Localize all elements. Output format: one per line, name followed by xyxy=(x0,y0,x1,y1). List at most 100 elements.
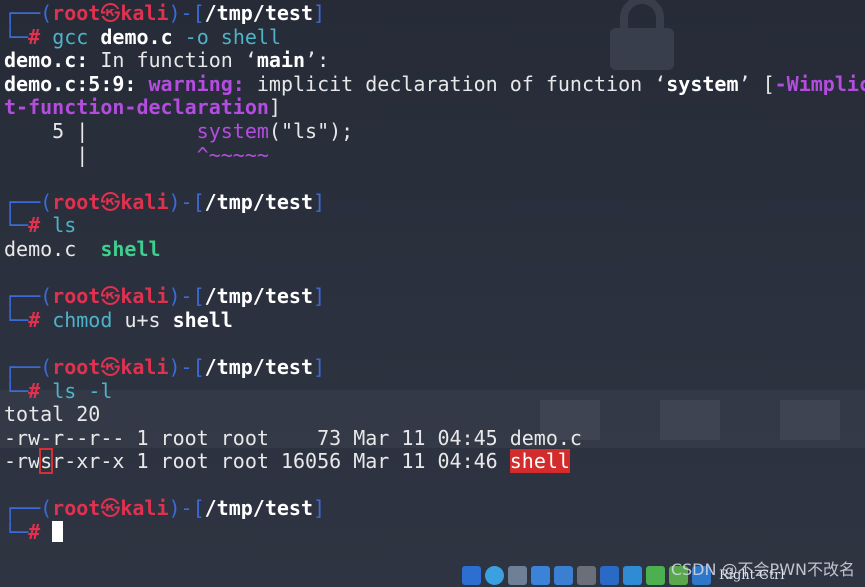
command-arg: shell xyxy=(220,24,282,49)
prompt-line: ┌──(root㉿kali)-[/tmp/test] xyxy=(4,284,865,309)
prompt-host: kali xyxy=(120,189,169,214)
prompt-path: /tmp/test xyxy=(204,354,314,379)
prompt-user: root xyxy=(52,496,101,521)
network-icon[interactable] xyxy=(531,565,550,585)
command-line: └─# chmod u+s shell xyxy=(4,307,865,333)
prompt-hash: # xyxy=(28,24,41,49)
optical-drive-icon[interactable] xyxy=(485,565,504,585)
file-entry: demo.c xyxy=(4,236,101,261)
audio-icon[interactable] xyxy=(508,565,527,585)
command-arg: u+s xyxy=(124,307,161,332)
prompt-line: ┌──(root㉿kali)-[/tmp/test] xyxy=(4,354,865,380)
prompt-frame: ] xyxy=(313,1,326,25)
prompt-hash: # xyxy=(28,213,41,238)
ls-row-text: -rw-r--r-- 1 root root 73 Mar 11 04:45 d… xyxy=(4,425,582,450)
prompt-frame: ┌──( xyxy=(4,496,53,521)
prompt-host: kali xyxy=(120,284,169,309)
shared-folder-icon[interactable] xyxy=(577,565,596,585)
prompt-frame: )-[ xyxy=(168,189,205,214)
command-arg: -o xyxy=(184,24,209,49)
disk-icon[interactable] xyxy=(462,565,481,585)
source-gutter: 5 | xyxy=(4,118,197,143)
setuid-file-name: shell xyxy=(509,449,570,474)
prompt-skull-icon: ㉿ xyxy=(100,189,121,214)
terminal-output[interactable]: ┌──(root㉿kali)-[/tmp/test] └─# gcc demo.… xyxy=(4,1,865,545)
prompt-line: ┌──(root㉿kali)-[/tmp/test] xyxy=(4,189,865,215)
prompt-line: ┌──(root㉿kali)-[/tmp/test] xyxy=(4,497,865,521)
prompt-frame: └─ xyxy=(4,307,29,332)
cpu-icon[interactable] xyxy=(646,565,665,585)
recording-icon[interactable] xyxy=(623,565,642,585)
prompt-skull-icon: ㉿ xyxy=(100,284,121,309)
output-text: ] xyxy=(268,95,281,120)
prompt-frame: ] xyxy=(313,496,326,521)
prompt-user: root xyxy=(52,354,101,379)
prompt-user: root xyxy=(52,284,101,309)
prompt-path: /tmp/test xyxy=(204,189,314,214)
output-fn: system xyxy=(666,71,739,96)
command-name: gcc xyxy=(52,24,89,49)
prompt-hash: # xyxy=(28,307,41,332)
source-gutter: | xyxy=(4,142,197,167)
text-cursor xyxy=(52,521,64,543)
prompt-frame: ┌──( xyxy=(4,284,53,309)
prompt-frame: ┌──( xyxy=(4,1,53,25)
prompt-frame: )-[ xyxy=(168,1,205,25)
prompt-frame: └─ xyxy=(4,24,29,49)
prompt-frame: └─ xyxy=(4,378,29,403)
prompt-frame: )-[ xyxy=(168,496,205,521)
command-arg: -l xyxy=(88,378,113,403)
source-code: ("ls"); xyxy=(268,118,354,143)
ls-row: -rwsr-xr-x 1 root root 16056 Mar 11 04:4… xyxy=(4,448,865,475)
source-code: system xyxy=(196,118,269,143)
command-line[interactable]: └─# xyxy=(4,520,865,545)
prompt-frame: ] xyxy=(313,354,326,379)
output-text: In function ‘ xyxy=(88,48,257,73)
output-line: demo.c:5:9: warning: implicit declaratio… xyxy=(4,71,865,97)
prompt-host: kali xyxy=(120,354,169,379)
ls-row-text: r-xr-x 1 root root 16056 Mar 11 04:46 xyxy=(52,449,510,474)
prompt-hash: # xyxy=(28,378,41,403)
prompt-frame: └─ xyxy=(4,520,29,545)
prompt-hash: # xyxy=(28,520,41,545)
prompt-path: /tmp/test xyxy=(204,496,314,521)
prompt-host: kali xyxy=(120,1,169,25)
prompt-frame: )-[ xyxy=(168,284,205,309)
ls-row: -rw-r--r-- 1 root root 73 Mar 11 04:45 d… xyxy=(4,425,865,451)
prompt-user: root xyxy=(52,189,101,214)
prompt-frame: ┌──( xyxy=(4,354,53,379)
output-line: total 20 xyxy=(4,402,865,427)
prompt-line: ┌──(root㉿kali)-[/tmp/test] xyxy=(4,1,865,26)
prompt-host: kali xyxy=(120,496,169,521)
watermark: CSDN @不会PWN不改名 xyxy=(670,560,855,579)
file-entry-executable: shell xyxy=(100,236,161,261)
command-line: └─# ls -l xyxy=(4,378,865,404)
command-arg: shell xyxy=(172,307,233,332)
command-line: └─# ls xyxy=(4,214,865,238)
prompt-frame: ] xyxy=(313,189,326,214)
output-text: ’ [ xyxy=(738,71,775,96)
output-fn: main xyxy=(256,48,306,73)
prompt-skull-icon: ㉿ xyxy=(100,496,121,521)
output-line: 5 | system("ls"); xyxy=(4,118,865,144)
command-arg: demo.c xyxy=(100,24,173,49)
output-text: implicit declaration of function ‘ xyxy=(244,71,667,96)
prompt-frame: ] xyxy=(313,284,326,309)
display-icon[interactable] xyxy=(600,565,619,585)
permission-text: -rw xyxy=(4,449,41,474)
warning-label: warning: xyxy=(136,71,245,96)
usb-icon[interactable] xyxy=(554,565,573,585)
output-line: | ^~~~~~ xyxy=(4,142,865,168)
command-line: └─# gcc demo.c -o shell xyxy=(4,24,865,50)
source-caret: ^~~~~~ xyxy=(196,142,269,167)
prompt-path: /tmp/test xyxy=(204,1,314,25)
output-line: demo.c shell xyxy=(4,236,865,262)
output-line: t-function-declaration] xyxy=(4,96,865,120)
output-line: demo.c: In function ‘main’: xyxy=(4,48,865,73)
prompt-skull-icon: ㉿ xyxy=(100,1,121,25)
command-name: ls xyxy=(52,378,77,403)
output-file: demo.c: xyxy=(4,48,89,73)
setuid-bit-highlight: s xyxy=(39,448,54,475)
